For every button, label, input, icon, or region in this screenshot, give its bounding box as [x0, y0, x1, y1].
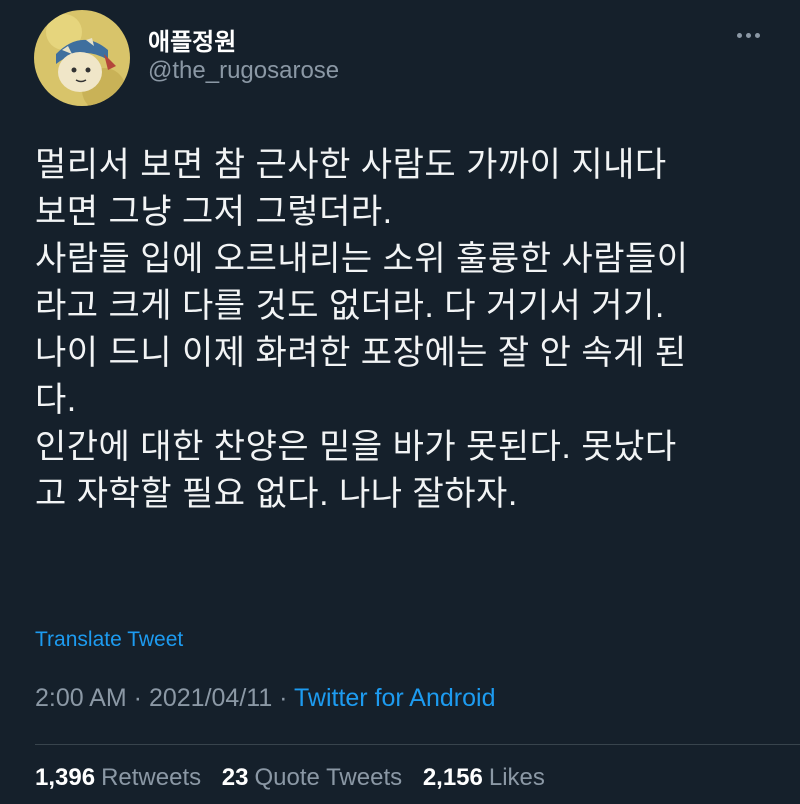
tweet-line: 멀리서 보면 참 근사한 사람도 가까이 지내다 [35, 146, 667, 184]
meta-separator: · [272, 684, 294, 712]
translate-tweet-link[interactable]: Translate Tweet [35, 628, 183, 652]
tweet-line: 사람들 입에 오르내리는 소위 훌륭한 사람들이 [35, 240, 689, 278]
tweet-source-link[interactable]: Twitter for Android [294, 684, 495, 712]
more-dot [754, 32, 760, 38]
tweet-text: 멀리서 보면 참 근사한 사람도 가까이 지내다 보면 그냥 그저 그렇더라. … [35, 142, 775, 518]
likes-count: 2,156 [422, 764, 483, 791]
quotes-label: Quote Tweets [254, 764, 403, 791]
likes-label: Likes [488, 764, 545, 791]
tweet-line: 다. [35, 381, 77, 419]
divider [35, 744, 800, 745]
tweet-line: 보면 그냥 그저 그렇더라. [35, 193, 393, 231]
quote-tweets-stat[interactable]: 23 Quote Tweets [222, 764, 402, 792]
more-horizontal-icon[interactable] [728, 20, 768, 50]
quotes-count: 23 [221, 764, 249, 791]
tweet-line: 나이 드니 이제 화려한 포장에는 잘 안 속게 된 [35, 334, 687, 372]
tweet-line: 라고 크게 다를 것도 없더라. 다 거기서 거기. [35, 287, 665, 325]
meta-separator: · [126, 684, 149, 712]
avatar[interactable] [34, 10, 130, 106]
tweet-metadata: 2:00 AM · 2021/04/11 · Twitter for Andro… [35, 684, 495, 713]
more-dot [745, 32, 751, 38]
tweet-line: 고 자학할 필요 없다. 나나 잘하자. [35, 475, 518, 513]
user-handle[interactable]: @the_rugosarose [148, 57, 339, 85]
tweet-line: 인간에 대한 찬양은 믿을 바가 못된다. 못났다 [35, 428, 677, 466]
likes-stat[interactable]: 2,156 Likes [423, 764, 545, 792]
tweet-time[interactable]: 2:00 AM [35, 684, 127, 712]
display-name[interactable]: 애플정원 [148, 22, 236, 57]
retweets-label: Retweets [101, 764, 202, 791]
tweet-date[interactable]: 2021/04/11 [149, 684, 272, 712]
avatar-image [34, 10, 130, 106]
retweets-count: 1,396 [35, 764, 96, 791]
engagement-stats: 1,396 Retweets 23 Quote Tweets 2,156 Likes [35, 764, 559, 792]
retweets-stat[interactable]: 1,396 Retweets [35, 764, 201, 792]
tweet-detail: 애플정원 @the_rugosarose 멀리서 보면 참 근사한 사람도 가까… [0, 0, 800, 804]
more-dot [736, 32, 742, 38]
